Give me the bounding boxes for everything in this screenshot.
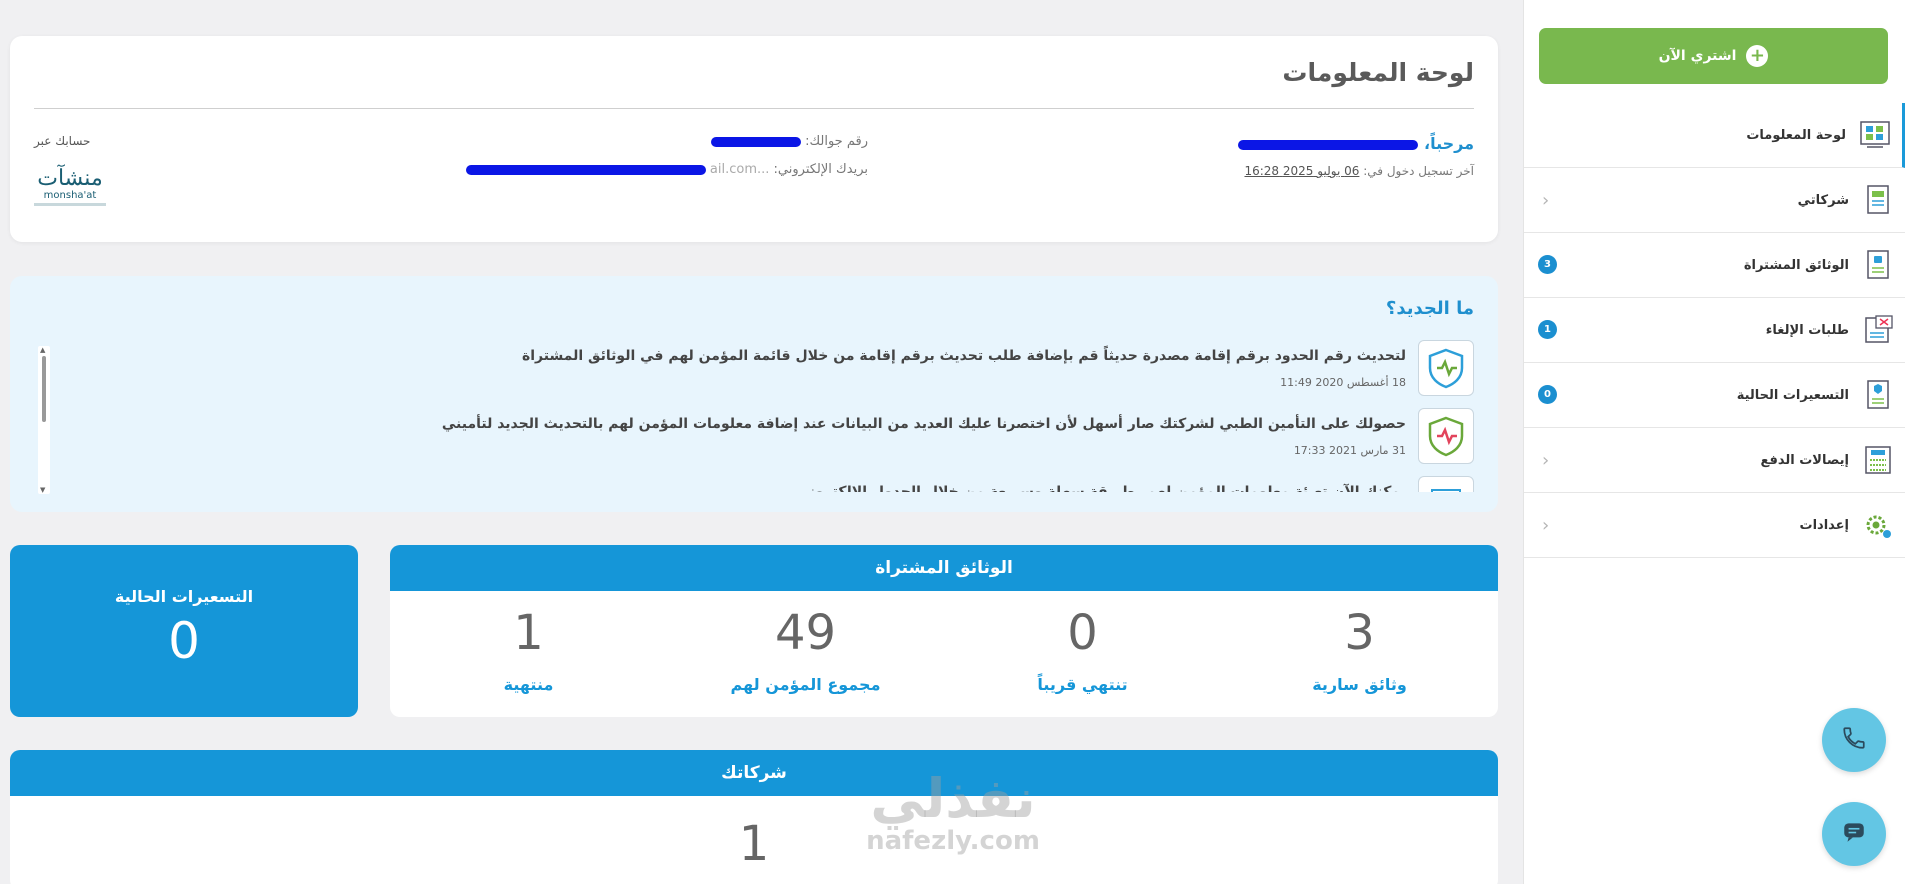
- current-pricing-card[interactable]: التسعيرات الحالية 0: [10, 545, 358, 717]
- spreadsheet-icon: [1418, 476, 1474, 492]
- stat-expiring-soon[interactable]: 0 تنتهي قريباً: [944, 591, 1221, 717]
- news-date: 31 مارس 2021 17:33: [1293, 444, 1406, 457]
- stat-label: مجموع المؤمن لهم: [730, 675, 881, 694]
- page-title: لوحة المعلومات: [1282, 58, 1474, 87]
- health-shield-icon: [1418, 408, 1474, 464]
- pricing-count: 0: [168, 612, 200, 670]
- settings-gear-icon: [1861, 508, 1895, 542]
- monshaat-logo: منشآت monsha'at: [34, 168, 106, 206]
- whats-new-panel: ما الجديد؟ لتحديث رقم الحدود برقم إقامة …: [10, 276, 1498, 512]
- sidebar-item-settings[interactable]: إعدادات ‹: [1524, 493, 1905, 558]
- scroll-down-arrow-icon[interactable]: ▼: [40, 486, 45, 494]
- redacted-username: [1238, 139, 1419, 150]
- news-text: لتحديث رقم الحدود برقم إقامة مصدرة حديثا…: [521, 348, 1406, 364]
- stat-label: تنتهي قريباً: [1037, 675, 1128, 694]
- payment-receipts-icon: [1861, 443, 1895, 477]
- stat-active-documents[interactable]: 3 وثائق سارية: [1221, 591, 1498, 717]
- companies-count: 1: [738, 816, 770, 872]
- scrollbar-thumb[interactable]: [42, 356, 46, 422]
- stat-expired[interactable]: 1 منتهية: [390, 591, 667, 717]
- dashboard-icon: [1858, 118, 1892, 152]
- sidebar-item-label: التسعيرات الحالية: [1736, 387, 1849, 403]
- sidebar-item-label: طلبات الإلغاء: [1765, 322, 1849, 338]
- news-item[interactable]: لتحديث رقم الحدود برقم إقامة مصدرة حديثا…: [66, 340, 1474, 408]
- stat-value: 49: [774, 605, 837, 661]
- chevron-left-icon: ‹: [1542, 450, 1550, 471]
- sidebar-item-label: إعدادات: [1799, 517, 1850, 533]
- chat-bubble-icon: [1841, 819, 1867, 849]
- plus-icon: +: [1746, 45, 1769, 67]
- sidebar-item-label: الوثائق المشتراة: [1743, 257, 1849, 273]
- count-badge: 3: [1538, 255, 1557, 274]
- count-badge: 0: [1538, 385, 1557, 404]
- companies-document-icon: [1861, 183, 1895, 217]
- pricing-title: التسعيرات الحالية: [114, 587, 254, 606]
- stat-value: 1: [513, 605, 544, 661]
- stat-label: وثائق سارية: [1312, 675, 1407, 694]
- stat-label: منتهية: [503, 675, 554, 694]
- redacted-phone: [710, 136, 801, 147]
- account-via-label: حسابك عبر: [34, 134, 91, 148]
- news-list[interactable]: لتحديث رقم الحدود برقم إقامة مصدرة حديثا…: [66, 340, 1474, 492]
- sidebar-item-current-pricing[interactable]: التسعيرات الحالية 0: [1524, 363, 1905, 428]
- news-item[interactable]: يمكنك الآن تعبئة معلومات المؤمن لهم بطري…: [66, 476, 1474, 492]
- stat-value: 0: [1067, 605, 1098, 661]
- purchased-documents-card: الوثائق المشتراة 3 وثائق سارية 0 تنتهي ق…: [390, 545, 1498, 717]
- buy-now-label: اشتري الآن: [1658, 48, 1737, 64]
- purchased-documents-icon: [1861, 248, 1895, 282]
- chat-button[interactable]: [1822, 802, 1886, 866]
- dashboard-info-card: لوحة المعلومات مرحباً، آخر تسجيل دخول في…: [10, 36, 1498, 242]
- last-login-info: آخر تسجيل دخول في: 06 يوليو 2025 16:28: [1244, 164, 1474, 178]
- documents-stats: 3 وثائق سارية 0 تنتهي قريباً 49 مجموع ال…: [390, 591, 1498, 717]
- redacted-email: [465, 164, 706, 175]
- stat-total-insured[interactable]: 49 مجموع المؤمن لهم: [667, 591, 944, 717]
- count-badge: 1: [1538, 320, 1557, 339]
- purchased-documents-title: الوثائق المشتراة: [390, 545, 1498, 591]
- news-item[interactable]: حصولك على التأمين الطبي لشركتك صار أسهل …: [66, 408, 1474, 476]
- sidebar-item-my-companies[interactable]: شركاتي ‹: [1524, 168, 1905, 233]
- companies-card[interactable]: شركاتك 1: [10, 750, 1498, 884]
- sidebar-item-purchased-documents[interactable]: الوثائق المشتراة 3: [1524, 233, 1905, 298]
- call-button[interactable]: [1822, 708, 1886, 772]
- sidebar-item-cancellation-requests[interactable]: طلبات الإلغاء 1: [1524, 298, 1905, 363]
- scroll-up-arrow-icon[interactable]: ▲: [40, 346, 45, 354]
- chevron-left-icon: ‹: [1542, 515, 1550, 536]
- sidebar-item-payment-receipts[interactable]: إيصالات الدفع ‹: [1524, 428, 1905, 493]
- welcome-text: مرحباً،: [1238, 134, 1474, 153]
- cancellation-requests-icon: [1861, 313, 1895, 347]
- whats-new-title: ما الجديد؟: [1385, 298, 1474, 319]
- companies-title: شركاتك: [10, 750, 1498, 796]
- email-info: بريدك الإلكتروني: ...ail.com: [465, 162, 868, 177]
- health-shield-icon: [1418, 340, 1474, 396]
- news-date: 18 أغسطس 2020 11:49: [1280, 376, 1406, 389]
- divider: [34, 108, 1474, 109]
- sidebar-item-label: إيصالات الدفع: [1760, 452, 1849, 468]
- sidebar-item-label: لوحة المعلومات: [1746, 127, 1846, 143]
- buy-now-button[interactable]: + اشتري الآن: [1539, 28, 1888, 84]
- current-pricing-icon: [1861, 378, 1895, 412]
- phone-number-info: رقم جوالك:: [710, 134, 868, 149]
- news-scrollbar[interactable]: ▲ ▼: [38, 346, 50, 494]
- phone-icon: [1841, 725, 1867, 755]
- sidebar-item-dashboard[interactable]: لوحة المعلومات: [1524, 103, 1905, 168]
- news-text: حصولك على التأمين الطبي لشركتك صار أسهل …: [441, 416, 1406, 432]
- sidebar-nav: لوحة المعلومات شركاتي ‹ الوثائق المشتراة…: [1524, 103, 1905, 558]
- chevron-left-icon: ‹: [1542, 190, 1550, 211]
- news-text: يمكنك الآن تعبئة معلومات المؤمن لهم بطري…: [779, 484, 1406, 492]
- sidebar-item-label: شركاتي: [1797, 192, 1849, 208]
- stat-value: 3: [1344, 605, 1375, 661]
